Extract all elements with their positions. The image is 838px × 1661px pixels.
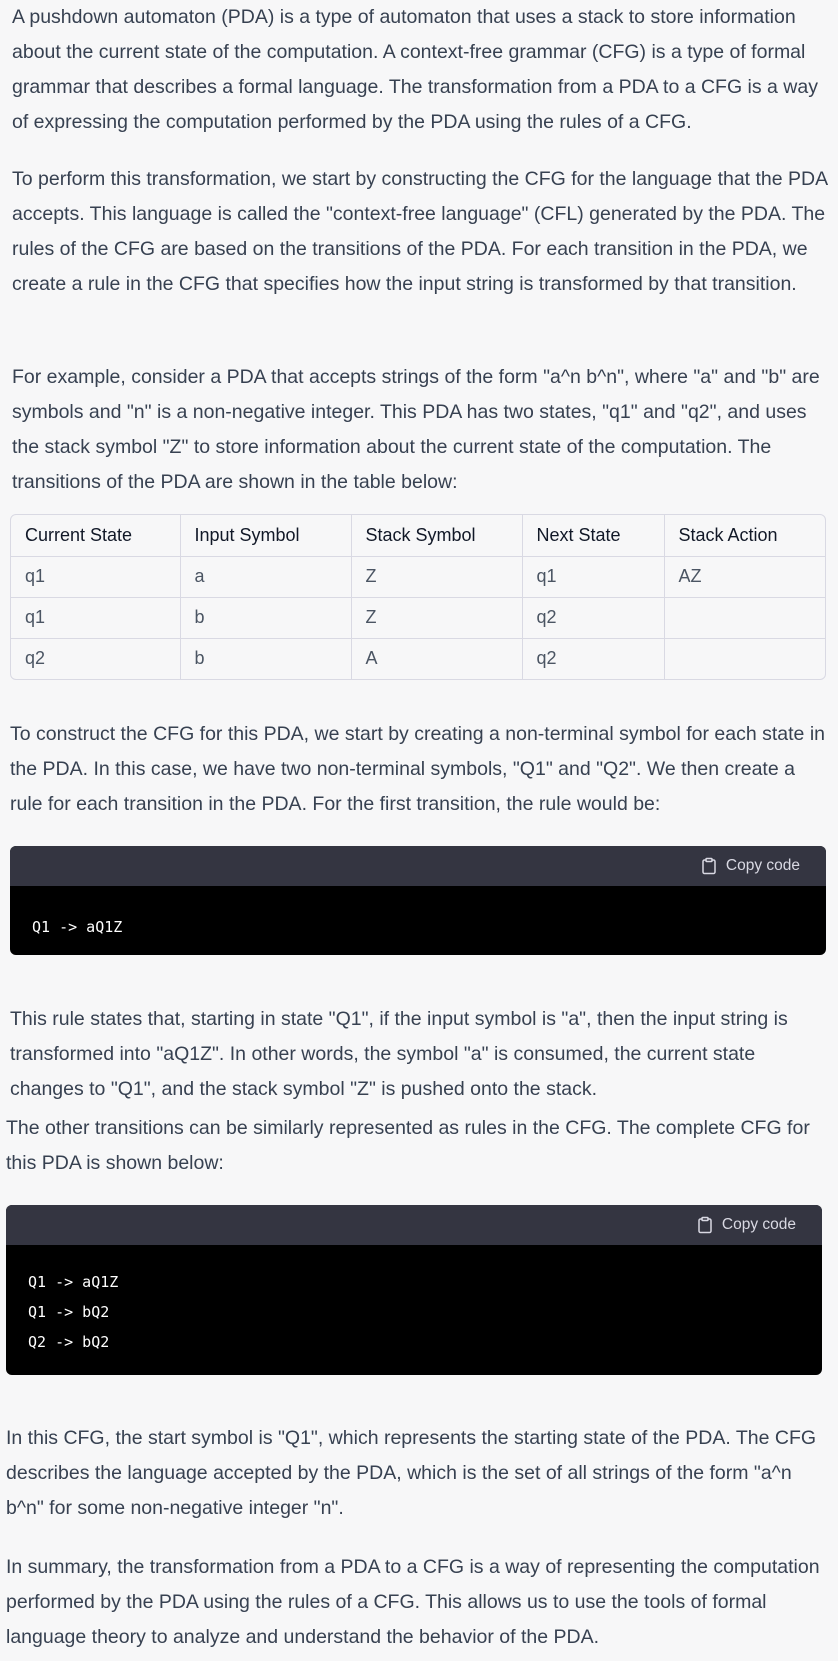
paragraph-example: For example, consider a PDA that accepts…	[12, 366, 820, 493]
table-cell: q1	[11, 597, 181, 639]
table-cell: Z	[351, 597, 523, 639]
table-cell: q2	[522, 597, 665, 639]
table-cell: b	[180, 597, 352, 639]
copy-code-label: Copy code	[721, 1216, 796, 1233]
transitions-table: Current State Input Symbol Stack Symbol …	[10, 514, 826, 680]
table-row: q1 a Z q1 AZ	[11, 556, 825, 598]
code-block-header: Copy code	[10, 846, 826, 886]
copy-code-button[interactable]: Copy code	[690, 1215, 802, 1235]
table-header: Current State	[11, 515, 181, 557]
table-cell: q2	[11, 638, 181, 679]
paragraph-transformation: To perform this transformation, we start…	[12, 168, 828, 295]
table-cell: AZ	[664, 556, 825, 598]
table-header: Stack Action	[664, 515, 825, 557]
table-header: Next State	[522, 515, 665, 557]
table-cell: A	[351, 638, 523, 679]
copy-code-label: Copy code	[725, 857, 800, 874]
table-row: q2 b A q2	[11, 638, 825, 679]
table-cell: q1	[11, 556, 181, 598]
table-header: Input Symbol	[180, 515, 352, 557]
code-content: Q1 -> aQ1Z	[32, 918, 123, 936]
table-cell: Z	[351, 556, 523, 598]
table-cell	[664, 597, 825, 639]
table-cell: a	[180, 556, 352, 598]
table-cell: q1	[522, 556, 665, 598]
table-cell: b	[180, 638, 352, 679]
table-row: q1 b Z q2	[11, 597, 825, 639]
paragraph-other-transitions: The other transitions can be similarly r…	[6, 1117, 810, 1174]
table-header: Stack Symbol	[351, 515, 523, 557]
code-block-header: Copy code	[6, 1205, 822, 1245]
table-header-row: Current State Input Symbol Stack Symbol …	[11, 515, 825, 557]
code-content: Q1 -> aQ1Z Q1 -> bQ2 Q2 -> bQ2	[28, 1273, 119, 1351]
paragraph-intro: A pushdown automaton (PDA) is a type of …	[12, 6, 818, 133]
table-cell	[664, 638, 825, 679]
chat-response: A pushdown automaton (PDA) is a type of …	[0, 0, 838, 1661]
clipboard-icon	[702, 857, 716, 875]
clipboard-icon	[698, 1216, 712, 1234]
paragraph-rule-explanation: This rule states that, starting in state…	[10, 1008, 788, 1100]
paragraph-start-symbol: In this CFG, the start symbol is "Q1", w…	[6, 1427, 817, 1519]
paragraph-summary: In summary, the transformation from a PD…	[6, 1556, 820, 1648]
table-cell: q2	[522, 638, 665, 679]
code-block-first-rule: Copy code Q1 -> aQ1Z	[10, 846, 826, 955]
paragraph-construct: To construct the CFG for this PDA, we st…	[10, 723, 826, 815]
code-block-complete-cfg: Copy code Q1 -> aQ1Z Q1 -> bQ2 Q2 -> bQ2	[6, 1205, 822, 1375]
copy-code-button[interactable]: Copy code	[694, 856, 806, 876]
